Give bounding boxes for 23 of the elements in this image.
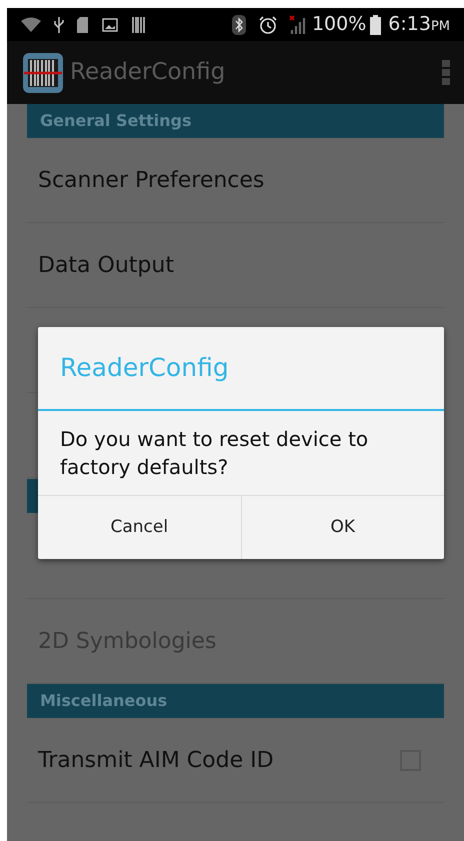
menu-item[interactable]: Data Output: [38, 248, 174, 282]
signal-icon: [288, 14, 306, 34]
alarm-icon: [258, 14, 278, 34]
usb-icon: [53, 16, 65, 34]
app-title: ReaderConfig: [70, 58, 226, 88]
wifi-icon: [21, 16, 41, 32]
menu-item[interactable]: Scanner Preferences: [38, 164, 264, 196]
barcode-icon: [132, 16, 146, 32]
sd-card-icon: [77, 16, 88, 32]
section-header: Miscellaneous: [27, 684, 444, 718]
dialog-title: ReaderConfig: [60, 352, 229, 384]
section-header: General Settings: [27, 104, 444, 138]
setting-label: Transmit AIM Code ID: [38, 746, 274, 774]
bluetooth-icon: [232, 14, 246, 34]
battery-icon: [370, 14, 382, 34]
dialog-button[interactable]: Cancel: [38, 496, 240, 559]
image-icon: [102, 18, 118, 32]
dialog-button[interactable]: OK: [240, 496, 444, 559]
battery-percentage: 100%: [312, 12, 366, 38]
overflow-menu-icon[interactable]: [442, 60, 450, 86]
dialog-message: Do you want to reset device to factory defaults?: [60, 426, 370, 481]
clock: 6:13PM: [388, 12, 450, 38]
app-icon: [22, 52, 64, 94]
